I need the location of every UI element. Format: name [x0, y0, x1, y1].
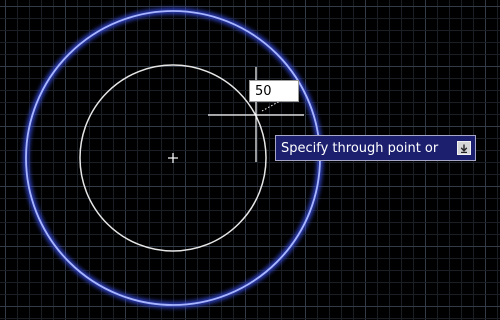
command-prompt-tooltip: Specify through point or — [275, 135, 476, 161]
options-button[interactable] — [457, 141, 471, 155]
dynamic-input-field[interactable] — [249, 80, 299, 102]
down-arrow-icon — [460, 144, 468, 153]
tooltip-text: Specify through point or — [281, 140, 439, 156]
